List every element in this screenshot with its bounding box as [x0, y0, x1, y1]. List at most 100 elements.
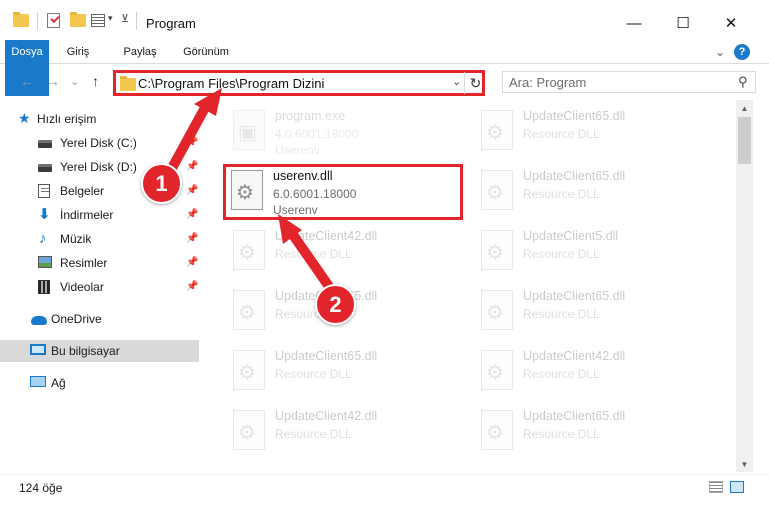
- forward-button[interactable]: →: [46, 73, 60, 89]
- sidebar-item-music[interactable]: ♪ Müzik 📌: [0, 228, 205, 250]
- sidebar-item-label: Yerel Disk (D:): [60, 160, 137, 174]
- dll-gear-icon: [233, 350, 265, 390]
- dll-gear-icon: [481, 350, 513, 390]
- file-description: Resource DLL: [523, 187, 600, 201]
- sidebar-item-quick-access[interactable]: ★ Hızlı erişim: [0, 108, 205, 130]
- chevron-down-icon[interactable]: ▾: [108, 13, 113, 24]
- dll-gear-icon: [481, 290, 513, 330]
- file-version: 4.0.6001.18000: [275, 127, 359, 141]
- search-input[interactable]: Ara: Program: [502, 71, 756, 93]
- folder-icon[interactable]: [13, 12, 29, 27]
- file-description: Userenv: [273, 203, 318, 217]
- computer-icon: [30, 344, 46, 355]
- sidebar-item-label: Müzik: [60, 232, 92, 246]
- recent-locations-button[interactable]: ⌄: [70, 75, 79, 88]
- music-icon: ♪: [39, 230, 47, 247]
- scroll-up-button[interactable]: ▲: [736, 100, 753, 116]
- sidebar-item-onedrive[interactable]: OneDrive: [0, 308, 205, 330]
- window-title: Program: [146, 16, 196, 31]
- close-button[interactable]: ✕: [708, 8, 754, 38]
- details-view-icon[interactable]: [709, 481, 723, 493]
- ribbon-tabs: Dosya Giriş Paylaş Görünüm ⌄ ?: [0, 40, 769, 96]
- file-item[interactable]: program.exe 4.0.6001.18000 Userenv: [225, 104, 465, 160]
- file-name: UpdateClient5.dll: [523, 229, 619, 243]
- sidebar-item-pictures[interactable]: Resimler 📌: [0, 252, 205, 274]
- tab-home[interactable]: Giriş: [60, 40, 96, 64]
- refresh-button[interactable]: ↻: [464, 72, 486, 94]
- sidebar-item-label: Belgeler: [60, 184, 105, 198]
- large-icons-view-icon[interactable]: [730, 481, 744, 493]
- pin-icon[interactable]: 📌: [186, 132, 198, 154]
- sidebar-item-downloads[interactable]: ⬇ İndirmeler 📌: [0, 204, 205, 226]
- file-name: UpdateClient65.dll: [523, 169, 626, 183]
- minimize-button[interactable]: —: [611, 8, 657, 38]
- address-bar[interactable]: C:\Program Files\Program Dizini ⌄ ↻: [113, 70, 485, 96]
- pin-icon[interactable]: 📌: [186, 228, 198, 250]
- sidebar-item-videos[interactable]: Videolar 📌: [0, 276, 205, 298]
- file-name: UpdateClient65.dll: [523, 409, 626, 423]
- pin-icon[interactable]: 📌: [186, 276, 198, 298]
- dll-gear-icon: [233, 230, 265, 270]
- title-bar: ▾ ⊻ Program — ☐ ✕: [0, 0, 769, 40]
- dll-gear-icon: [231, 170, 263, 210]
- dll-gear-icon: [481, 230, 513, 270]
- disk-icon: [38, 164, 52, 172]
- file-description: Resource DLL: [523, 367, 600, 381]
- address-path[interactable]: C:\Program Files\Program Dizini: [138, 76, 324, 91]
- highlighted-file-item[interactable]: userenv.dll 6.0.6001.18000 Userenv: [223, 164, 463, 220]
- file-item[interactable]: UpdateClient65.dll Resource DLL: [473, 404, 713, 460]
- help-icon[interactable]: ?: [734, 44, 750, 60]
- pin-icon[interactable]: 📌: [186, 156, 198, 178]
- search-icon[interactable]: ⚲: [738, 74, 764, 90]
- status-bar: 124 öğe: [0, 474, 769, 498]
- sidebar-item-this-pc[interactable]: Bu bilgisayar: [0, 340, 199, 362]
- item-count: 124 öğe: [19, 481, 63, 495]
- file-item[interactable]: UpdateClient65.dll Resource DLL: [473, 164, 713, 220]
- file-item[interactable]: UpdateClient42.dll Resource DLL: [225, 404, 465, 460]
- pictures-icon: [38, 256, 52, 268]
- sidebar-item-label: Resimler: [60, 256, 108, 270]
- file-name: UpdateClient65.dll: [275, 349, 378, 363]
- sidebar-item-label: Hızlı erişim: [37, 112, 97, 126]
- callout-1-badge: 1: [141, 163, 182, 204]
- expand-ribbon-icon[interactable]: ⌄: [712, 44, 728, 60]
- sidebar-item-label: Yerel Disk (C:): [60, 136, 137, 150]
- dll-gear-icon: [481, 410, 513, 450]
- properties-check-icon[interactable]: [47, 13, 60, 28]
- sidebar-item-local-disk-c[interactable]: Yerel Disk (C:) 📌: [0, 132, 205, 154]
- sidebar-item-label: Bu bilgisayar: [51, 344, 120, 358]
- tab-view[interactable]: Görünüm: [180, 40, 232, 64]
- documents-icon: [38, 184, 50, 198]
- file-item[interactable]: UpdateClient42.dll Resource DLL: [225, 224, 465, 280]
- file-item[interactable]: UpdateClient65.dll Resource DLL: [473, 284, 713, 340]
- scroll-thumb[interactable]: [738, 117, 751, 164]
- file-item[interactable]: UpdateClient65.dll Resource DLL: [225, 344, 465, 400]
- tab-share[interactable]: Paylaş: [118, 40, 162, 64]
- new-folder-icon[interactable]: [70, 12, 86, 27]
- scroll-down-button[interactable]: ▼: [736, 456, 753, 472]
- up-button[interactable]: ↑: [92, 73, 99, 89]
- file-description: Userenv: [275, 143, 320, 157]
- customize-toolbar-icon[interactable]: ⊻: [121, 12, 129, 25]
- pin-icon[interactable]: 📌: [186, 252, 198, 274]
- sidebar-item-network[interactable]: Ağ: [0, 372, 205, 394]
- file-description: Resource DLL: [523, 427, 600, 441]
- file-list: program.exe 4.0.6001.18000 Userenv Updat…: [205, 100, 735, 470]
- sidebar-item-label: Ağ: [51, 376, 66, 390]
- file-description: Resource DLL: [275, 427, 352, 441]
- navigation-pane: ★ Hızlı erişim Yerel Disk (C:) 📌 Yerel D…: [0, 100, 205, 470]
- vertical-scrollbar[interactable]: ▲ ▼: [736, 100, 753, 472]
- folder-icon: [120, 76, 136, 91]
- address-dropdown-icon[interactable]: ⌄: [452, 75, 461, 88]
- pin-icon[interactable]: 📌: [186, 180, 198, 202]
- back-button[interactable]: ←: [20, 73, 34, 89]
- pin-icon[interactable]: 📌: [186, 204, 198, 226]
- view-options-icon[interactable]: [91, 14, 105, 27]
- file-name: UpdateClient65.dll: [523, 289, 626, 303]
- disk-icon: [38, 140, 52, 148]
- file-item[interactable]: UpdateClient42.dll Resource DLL: [473, 344, 713, 400]
- file-item[interactable]: UpdateClient5.dll Resource DLL: [473, 224, 713, 280]
- maximize-button[interactable]: ☐: [660, 8, 706, 38]
- dll-gear-icon: [481, 110, 513, 150]
- file-item[interactable]: UpdateClient65.dll Resource DLL: [473, 104, 713, 160]
